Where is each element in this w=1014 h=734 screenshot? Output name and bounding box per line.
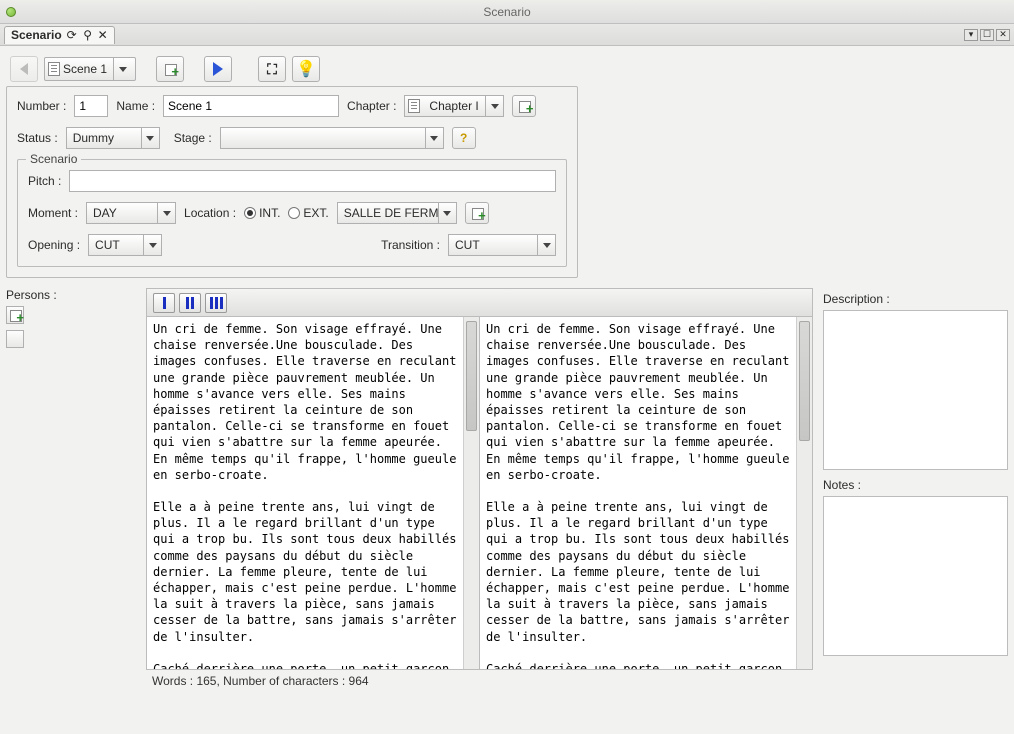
stage-label: Stage : <box>174 131 212 145</box>
location-add-button[interactable] <box>465 202 489 224</box>
window-title: Scenario <box>0 5 1014 19</box>
scenario-fieldset: Scenario Pitch : Moment : DAY Location :… <box>17 159 567 267</box>
document-tab-scenario[interactable]: Scenario ⟳ ⚲ ✕ <box>4 26 115 44</box>
description-box[interactable] <box>823 310 1008 470</box>
status-value: Dummy <box>67 131 141 145</box>
document-tabstrip: Scenario ⟳ ⚲ ✕ ▾ ☐ ✕ <box>0 24 1014 46</box>
editor-status-line: Words : 165, Number of characters : 964 <box>146 670 813 692</box>
editor-textarea-left[interactable] <box>147 317 463 669</box>
fullscreen-icon: ⛶ <box>267 61 277 78</box>
chevron-down-icon[interactable] <box>141 128 159 148</box>
refresh-icon[interactable]: ⟳ <box>66 28 78 42</box>
lightbulb-icon: 💡 <box>296 59 316 79</box>
opening-label: Opening : <box>28 238 80 252</box>
plus-icon <box>8 308 22 322</box>
moment-combo[interactable]: DAY <box>86 202 176 224</box>
editor-panes <box>146 316 813 670</box>
chapter-value: Chapter I <box>423 99 485 113</box>
right-column: Description : Notes : <box>823 288 1008 728</box>
editor-textarea-right[interactable] <box>480 317 796 669</box>
chevron-down-icon[interactable] <box>438 203 456 223</box>
chevron-down-icon[interactable] <box>143 235 161 255</box>
location-value: SALLE DE FERME <box>338 206 438 220</box>
page-icon <box>45 62 63 76</box>
chapter-add-button[interactable] <box>512 95 536 117</box>
pin-icon[interactable]: ⚲ <box>82 28 94 42</box>
help-icon: ? <box>460 131 467 145</box>
columns-3-button[interactable] <box>205 293 227 313</box>
location-int-radio[interactable]: INT. <box>244 206 280 220</box>
editor-pane-left <box>147 317 479 669</box>
stage-combo[interactable] <box>220 127 444 149</box>
columns-2-button[interactable] <box>179 293 201 313</box>
name-field[interactable] <box>163 95 339 117</box>
editor-pane-right <box>479 317 812 669</box>
editor-toolbar <box>146 288 813 316</box>
back-button[interactable] <box>10 56 38 82</box>
close-tab-icon[interactable]: ✕ <box>98 30 108 40</box>
plus-icon <box>163 62 177 76</box>
add-button[interactable] <box>156 56 184 82</box>
play-button[interactable] <box>204 56 232 82</box>
close-pane-button[interactable]: ✕ <box>996 29 1010 41</box>
location-ext-label: EXT. <box>303 206 328 220</box>
scrollbar-right[interactable] <box>796 317 812 669</box>
chapter-label: Chapter : <box>347 99 396 113</box>
number-label: Number : <box>17 99 66 113</box>
chevron-left-icon <box>20 63 28 75</box>
pitch-label: Pitch : <box>28 174 61 188</box>
document-tab-label: Scenario <box>11 28 62 42</box>
iconify-button[interactable]: ▾ <box>964 29 978 41</box>
idea-button[interactable]: 💡 <box>292 56 320 82</box>
play-icon <box>213 62 223 76</box>
scene-form: Number : Name : Chapter : Chapter I Stat… <box>6 86 578 278</box>
pitch-field[interactable] <box>69 170 556 192</box>
transition-combo[interactable]: CUT <box>448 234 556 256</box>
chevron-down-icon[interactable] <box>157 203 175 223</box>
chevron-down-icon[interactable] <box>485 96 503 116</box>
chapter-combo[interactable]: Chapter I <box>404 95 504 117</box>
name-label: Name : <box>116 99 155 113</box>
notes-box[interactable] <box>823 496 1008 656</box>
persons-panel: Persons : <box>6 288 136 728</box>
moment-label: Moment : <box>28 206 78 220</box>
number-field[interactable] <box>74 95 108 117</box>
opening-value: CUT <box>89 238 143 252</box>
fullscreen-button[interactable]: ⛶ <box>258 56 286 82</box>
status-combo[interactable]: Dummy <box>66 127 160 149</box>
persons-button[interactable] <box>6 330 24 348</box>
plus-icon <box>517 99 531 113</box>
location-ext-radio[interactable]: EXT. <box>288 206 328 220</box>
notes-label: Notes : <box>823 478 1008 492</box>
status-label: Status : <box>17 131 58 145</box>
chevron-down-icon[interactable] <box>113 58 131 80</box>
location-int-label: INT. <box>259 206 280 220</box>
opening-combo[interactable]: CUT <box>88 234 162 256</box>
transition-label: Transition : <box>381 238 440 252</box>
chevron-down-icon[interactable] <box>425 128 443 148</box>
chevron-down-icon[interactable] <box>537 235 555 255</box>
transition-value: CUT <box>449 238 537 252</box>
persons-add-button[interactable] <box>6 306 24 324</box>
page-icon <box>405 99 423 113</box>
persons-label: Persons : <box>6 288 136 302</box>
description-label: Description : <box>823 292 1008 306</box>
moment-value: DAY <box>87 206 157 220</box>
scene-selector[interactable]: Scene 1 <box>44 57 136 81</box>
maximize-button[interactable]: ☐ <box>980 29 994 41</box>
columns-1-button[interactable] <box>153 293 175 313</box>
scene-selector-value: Scene 1 <box>63 62 113 76</box>
main-toolbar: Scene 1 ⛶ 💡 <box>6 52 1008 86</box>
scenario-legend: Scenario <box>26 152 81 166</box>
stage-help-button[interactable]: ? <box>452 127 476 149</box>
location-label: Location : <box>184 206 236 220</box>
scrollbar-left[interactable] <box>463 317 479 669</box>
plus-icon <box>470 206 484 220</box>
location-combo[interactable]: SALLE DE FERME <box>337 202 457 224</box>
editor-area: Words : 165, Number of characters : 964 <box>146 288 813 728</box>
titlebar: Scenario <box>0 0 1014 24</box>
